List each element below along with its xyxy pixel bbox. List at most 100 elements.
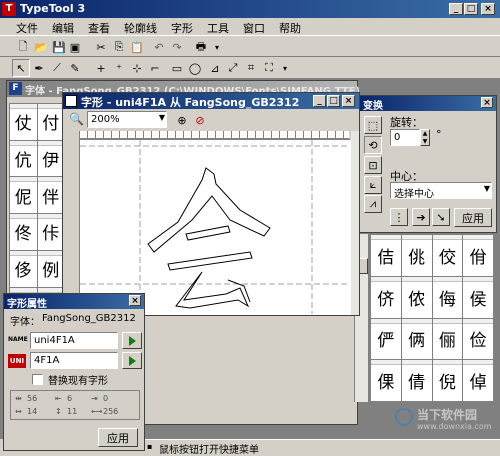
transform-close-button[interactable]: ×	[481, 97, 493, 108]
redo-icon[interactable]: ↷	[168, 38, 186, 56]
scale-tab-icon[interactable]: ⊡	[364, 156, 382, 174]
add-corner-icon[interactable]: ⌐	[146, 59, 164, 77]
transform-title: 变换	[363, 101, 383, 112]
glyph-cell[interactable]: 倩	[401, 360, 432, 401]
glyph-cell[interactable]: 佶	[371, 235, 401, 276]
metric-6: 256	[103, 407, 119, 416]
name-input[interactable]: uni4F1A	[30, 332, 118, 349]
canvas-scrollbar[interactable]	[351, 131, 359, 315]
move-icon[interactable]: ⬚	[364, 116, 382, 134]
rotate-label: 旋转：	[390, 116, 423, 129]
glyph-cell[interactable]: 俭	[463, 318, 493, 360]
glyph-cell[interactable]: 例	[37, 250, 64, 287]
rectangle-icon[interactable]: ▭	[168, 59, 186, 77]
transform-panel: 变换 × ⬚ ⟲ ⊡ ⟀ ⩘ 旋转： 0 ▲ ▼ ° 中心： 选择中心 ▼ ⋮ ➔…	[359, 95, 497, 233]
glyph-cell[interactable]: 伉	[10, 140, 37, 177]
transform-icon[interactable]: ⌗	[242, 59, 260, 77]
glyph-cell[interactable]: 侪	[371, 276, 401, 318]
slant-icon[interactable]: ⟀	[364, 176, 382, 194]
add-curve-icon[interactable]: ⁺	[110, 59, 128, 77]
pencil-icon[interactable]: ✎	[66, 59, 84, 77]
glyph-close-button[interactable]: ×	[342, 95, 355, 107]
apply-arrow-icon[interactable]: ➔	[412, 208, 430, 226]
menu-tools[interactable]: 工具	[201, 18, 237, 35]
glyph-maximize-button[interactable]: □	[327, 95, 340, 107]
center-select[interactable]: 选择中心 ▼	[390, 182, 492, 200]
menu-edit[interactable]: 编辑	[46, 18, 82, 35]
close-button[interactable]: ×	[481, 3, 495, 15]
name-apply-button[interactable]	[122, 332, 142, 349]
zoom-in-icon[interactable]: ⊕	[173, 111, 191, 129]
rotate-input[interactable]: 0	[390, 129, 420, 146]
glyph-cell[interactable]: 佼	[432, 235, 463, 276]
watermark: 当下软件园 www.downxia.com	[395, 404, 499, 436]
replace-checkbox[interactable]	[32, 374, 43, 385]
metric-5: 11	[67, 407, 78, 416]
add-node-icon[interactable]: +	[92, 59, 110, 77]
standard-toolbar: 🗋 📂 💾 ▣ ✂ ⎘ 📋 ↶ ↷ 🖶 ▾	[0, 35, 500, 57]
menu-view[interactable]: 查看	[82, 18, 118, 35]
unicode-input[interactable]: 4F1A	[30, 352, 118, 369]
zoom-select[interactable]: 200% ▼	[87, 111, 167, 128]
unicode-apply-button[interactable]	[122, 352, 142, 369]
glyph-cell[interactable]: 倬	[463, 360, 493, 401]
new-icon[interactable]: 🗋	[14, 38, 32, 56]
knife-icon[interactable]: ⟋	[48, 59, 66, 77]
glyph-cell[interactable]: 佻	[401, 235, 432, 276]
undo-icon[interactable]: ↶	[150, 38, 168, 56]
glyph-cell[interactable]: 佾	[463, 235, 493, 276]
glyph-cell[interactable]: 仗	[10, 104, 37, 140]
add-tangent-icon[interactable]: ⊹	[128, 59, 146, 77]
glyph-minimize-button[interactable]: _	[313, 95, 326, 107]
props-close-button[interactable]: ×	[129, 295, 141, 306]
pen-icon[interactable]: ✒	[30, 59, 48, 77]
glyph-cell[interactable]: 侮	[432, 276, 463, 318]
rotate-icon[interactable]: ⟲	[364, 136, 382, 154]
menu-contour[interactable]: 轮廓线	[118, 18, 165, 35]
apply-left-icon[interactable]: ⋮	[390, 208, 408, 226]
ellipse-icon[interactable]: ◯	[186, 59, 204, 77]
menu-window[interactable]: 窗口	[237, 18, 273, 35]
glyph-outline-svg	[80, 140, 350, 314]
glyph-cell[interactable]: 伊	[37, 140, 64, 177]
glyph-cell[interactable]: 侬	[401, 276, 432, 318]
glyph-cell[interactable]: 俨	[371, 318, 401, 360]
pointer-icon[interactable]: ↖	[12, 59, 30, 77]
status-bar: ▪ 鼠标按钮打开快捷菜单	[145, 439, 500, 456]
scale-icon[interactable]: ⤢	[224, 59, 242, 77]
minimize-button[interactable]: _	[449, 3, 463, 15]
name-value: uni4F1A	[34, 335, 75, 346]
glyph-cell[interactable]: 侯	[463, 276, 493, 318]
dropdown-icon[interactable]: ▾	[208, 38, 226, 56]
tools-dropdown-icon[interactable]: ▾	[276, 59, 294, 77]
glyph-cell[interactable]: 付	[37, 104, 64, 140]
unicode-icon: UNI	[8, 354, 26, 368]
copy-icon[interactable]: ⎘	[110, 38, 128, 56]
maximize-button[interactable]: □	[464, 3, 478, 15]
menu-help[interactable]: 帮助	[273, 18, 309, 35]
glyph-cell[interactable]: 伴	[37, 177, 64, 214]
paste-icon[interactable]: 📋	[128, 38, 146, 56]
rotate-spinner[interactable]: ▲ ▼	[420, 129, 430, 146]
glyph-canvas[interactable]	[79, 139, 351, 315]
glyph-cell[interactable]: 俩	[401, 318, 432, 360]
glyph-cell[interactable]: 侈	[10, 250, 37, 287]
props-apply-button[interactable]: 应用	[98, 428, 138, 447]
cut-icon[interactable]: ✂	[92, 38, 110, 56]
mirror-icon[interactable]: ⩘	[364, 195, 382, 213]
measure-icon[interactable]: ⊿	[206, 59, 224, 77]
menu-glyph[interactable]: 字形	[165, 18, 201, 35]
glyph-cell[interactable]: 倪	[432, 360, 463, 401]
menu-file[interactable]: 文件	[10, 18, 46, 35]
glyph-cell[interactable]: 倮	[371, 360, 401, 401]
save-all-icon[interactable]: ▣	[66, 38, 84, 56]
glyph-cell[interactable]: 佟	[10, 214, 37, 250]
zoom-fit-icon[interactable]: ⊘	[191, 111, 209, 129]
glyph-cell[interactable]: 佧	[37, 214, 64, 250]
open-icon[interactable]: 📂	[32, 38, 50, 56]
apply-copy-icon[interactable]: ➘	[432, 208, 450, 226]
glyph-cell[interactable]: 俪	[432, 318, 463, 360]
menu-bar: 文件 编辑 查看 轮廓线 字形 工具 窗口 帮助	[0, 18, 500, 35]
transform-apply-button[interactable]: 应用	[454, 208, 492, 227]
glyph-cell[interactable]: 伲	[10, 177, 37, 214]
